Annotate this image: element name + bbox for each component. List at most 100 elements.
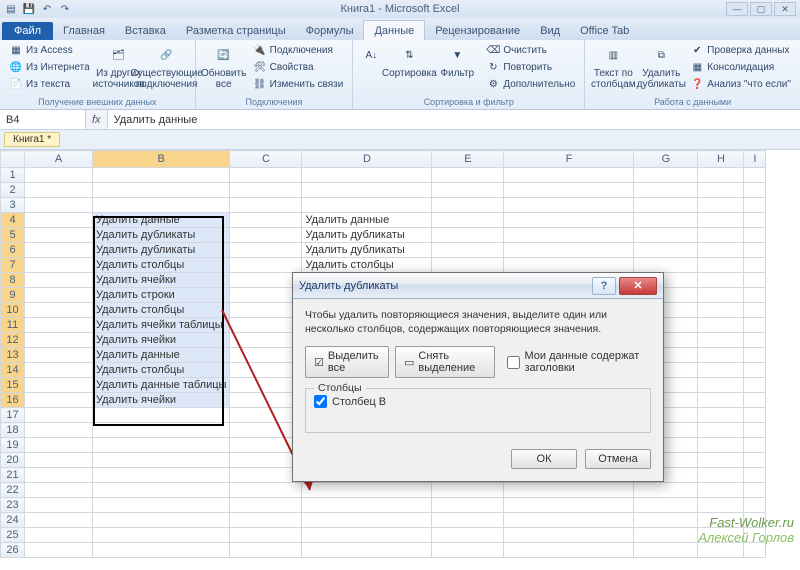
close-button[interactable]: ✕ — [774, 2, 796, 16]
sort-button[interactable]: ⇅Сортировка — [387, 42, 431, 79]
cell[interactable] — [25, 543, 93, 558]
cell[interactable] — [25, 498, 93, 513]
cell[interactable] — [744, 318, 766, 333]
cell[interactable] — [230, 543, 302, 558]
cell[interactable] — [432, 528, 504, 543]
column-header[interactable]: A — [25, 151, 93, 168]
cell[interactable]: Удалить данные — [93, 213, 230, 228]
cell[interactable] — [93, 168, 230, 183]
sort-asc-button[interactable]: A↓ — [359, 42, 383, 66]
row-header[interactable]: 4 — [1, 213, 25, 228]
from-access-button[interactable]: ▦Из Access — [6, 42, 93, 58]
cell[interactable] — [432, 513, 504, 528]
select-all-button[interactable]: ☑Выделить все — [305, 346, 389, 378]
cell[interactable] — [744, 378, 766, 393]
ok-button[interactable]: ОК — [511, 449, 577, 469]
tab-layout[interactable]: Разметка страницы — [176, 21, 296, 40]
cell[interactable] — [504, 528, 634, 543]
cell[interactable] — [744, 213, 766, 228]
cell[interactable]: Удалить данные — [93, 348, 230, 363]
cell[interactable] — [634, 513, 698, 528]
cell[interactable] — [432, 243, 504, 258]
cell[interactable] — [432, 543, 504, 558]
cell[interactable]: Удалить дубликаты — [302, 228, 432, 243]
cell[interactable] — [504, 513, 634, 528]
cell[interactable] — [698, 303, 744, 318]
cell[interactable] — [25, 213, 93, 228]
cell[interactable] — [93, 453, 230, 468]
formula-input[interactable]: Удалить данные — [108, 110, 800, 129]
cell[interactable] — [25, 228, 93, 243]
cell[interactable] — [634, 528, 698, 543]
row-header[interactable]: 14 — [1, 363, 25, 378]
cell[interactable] — [504, 258, 634, 273]
cell[interactable] — [25, 258, 93, 273]
row-header[interactable]: 3 — [1, 198, 25, 213]
from-text-button[interactable]: 📄Из текста — [6, 76, 93, 92]
column-checkbox[interactable] — [314, 395, 327, 408]
row-header[interactable]: 2 — [1, 183, 25, 198]
row-header[interactable]: 1 — [1, 168, 25, 183]
column-header[interactable]: B — [93, 151, 230, 168]
cell[interactable] — [698, 258, 744, 273]
cell[interactable] — [25, 198, 93, 213]
maximize-button[interactable]: ▢ — [750, 2, 772, 16]
cell[interactable] — [25, 453, 93, 468]
row-header[interactable]: 8 — [1, 273, 25, 288]
select-all-cell[interactable] — [1, 151, 25, 168]
dialog-titlebar[interactable]: Удалить дубликаты ? ✕ — [293, 273, 663, 299]
cell[interactable] — [698, 468, 744, 483]
row-header[interactable]: 24 — [1, 513, 25, 528]
connections-button[interactable]: 🔌Подключения — [250, 42, 347, 58]
cell[interactable] — [25, 363, 93, 378]
cell[interactable] — [744, 258, 766, 273]
row-header[interactable]: 10 — [1, 303, 25, 318]
cell[interactable]: Удалить ячейки таблицы — [93, 318, 230, 333]
undo-icon[interactable]: ↶ — [40, 2, 54, 16]
cell[interactable] — [698, 483, 744, 498]
row-header[interactable]: 23 — [1, 498, 25, 513]
cell[interactable] — [230, 168, 302, 183]
row-header[interactable]: 21 — [1, 468, 25, 483]
cell[interactable] — [634, 183, 698, 198]
row-header[interactable]: 15 — [1, 378, 25, 393]
cell[interactable] — [698, 393, 744, 408]
cell[interactable] — [93, 198, 230, 213]
cell[interactable] — [744, 288, 766, 303]
cell[interactable]: Удалить данные — [302, 213, 432, 228]
cell[interactable] — [698, 453, 744, 468]
row-header[interactable]: 6 — [1, 243, 25, 258]
column-header[interactable]: E — [432, 151, 504, 168]
cell[interactable] — [25, 348, 93, 363]
cell[interactable] — [25, 468, 93, 483]
cell[interactable] — [504, 543, 634, 558]
cell[interactable] — [744, 348, 766, 363]
cell[interactable] — [230, 243, 302, 258]
cell[interactable] — [744, 483, 766, 498]
cell[interactable] — [634, 243, 698, 258]
cell[interactable] — [634, 168, 698, 183]
cell[interactable] — [698, 378, 744, 393]
edit-links-button[interactable]: ⛓Изменить связи — [250, 76, 347, 92]
cancel-button[interactable]: Отмена — [585, 449, 651, 469]
cell[interactable] — [634, 198, 698, 213]
cell[interactable] — [698, 243, 744, 258]
cell[interactable] — [432, 483, 504, 498]
column-header[interactable]: C — [230, 151, 302, 168]
cell[interactable] — [744, 498, 766, 513]
cell[interactable] — [432, 183, 504, 198]
cell[interactable] — [25, 408, 93, 423]
cell[interactable]: Удалить дубликаты — [93, 228, 230, 243]
cell[interactable] — [25, 243, 93, 258]
cell[interactable] — [25, 333, 93, 348]
cell[interactable] — [93, 183, 230, 198]
cell[interactable] — [504, 183, 634, 198]
tab-view[interactable]: Вид — [530, 21, 570, 40]
cell[interactable] — [744, 438, 766, 453]
cell[interactable]: Удалить столбцы — [93, 363, 230, 378]
cell[interactable]: Удалить ячейки — [93, 393, 230, 408]
remove-duplicates-button[interactable]: ⧉Удалить дубликаты — [639, 42, 683, 90]
cell[interactable] — [744, 363, 766, 378]
row-header[interactable]: 20 — [1, 453, 25, 468]
row-header[interactable]: 17 — [1, 408, 25, 423]
